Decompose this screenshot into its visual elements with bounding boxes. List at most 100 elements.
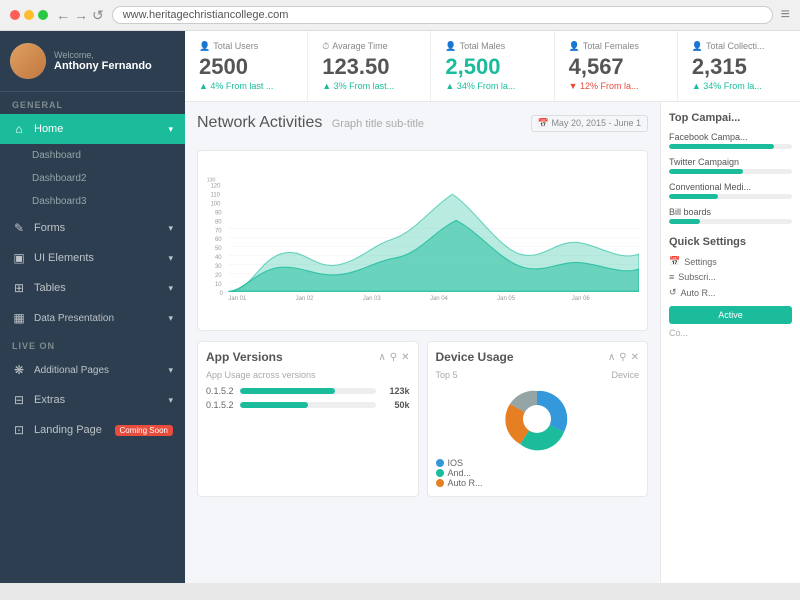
sidebar: Welcome, Anthony Fernando GENERAL ⌂ Home… bbox=[0, 31, 185, 583]
pin-icon[interactable]: ⚲ bbox=[390, 352, 397, 363]
svg-text:Jan 02: Jan 02 bbox=[296, 296, 315, 302]
sidebar-item-label: Home bbox=[34, 123, 63, 135]
version-bar bbox=[240, 388, 376, 394]
stats-bar: 👤Total Users 2500 ▲ 4% From last ... ⏱Av… bbox=[185, 31, 800, 102]
maximize-button[interactable] bbox=[38, 10, 48, 20]
sidebar-item-forms[interactable]: ✎ Forms ▾ bbox=[0, 213, 185, 243]
svg-text:0: 0 bbox=[219, 291, 223, 297]
forward-button[interactable]: → bbox=[74, 7, 88, 24]
sidebar-item-label: Forms bbox=[34, 222, 65, 234]
sidebar-item-extras[interactable]: ⊟ Extras ▾ bbox=[0, 385, 185, 415]
sidebar-item-dashboard2[interactable]: Dashboard2 bbox=[0, 167, 185, 190]
chevron-down-icon: ▾ bbox=[168, 253, 173, 264]
tables-icon: ⊞ bbox=[12, 281, 26, 295]
back-button[interactable]: ← bbox=[56, 7, 70, 24]
version-row: 0.1.5.2 123k bbox=[206, 386, 410, 396]
sidebar-item-landing-page[interactable]: ⊡ Landing Page Coming Soon bbox=[0, 415, 185, 445]
minimize-button[interactable] bbox=[24, 10, 34, 20]
top-5-label: Top 5 bbox=[436, 370, 458, 380]
svg-text:30: 30 bbox=[215, 264, 222, 270]
qs-settings[interactable]: 📅 Settings bbox=[669, 256, 792, 267]
top-campaigns-title: Top Campai... bbox=[669, 112, 792, 124]
app-versions-subtitle: App Usage across versions bbox=[206, 370, 410, 380]
device-usage-title: Device Usage bbox=[436, 350, 514, 364]
network-subtitle: Graph title sub-title bbox=[332, 118, 424, 130]
profile-name: Anthony Fernando bbox=[54, 60, 152, 72]
svg-text:Jan 06: Jan 06 bbox=[572, 296, 591, 302]
android-dot bbox=[436, 469, 444, 477]
sidebar-item-additional-pages[interactable]: ❋ Additional Pages ▾ bbox=[0, 355, 185, 385]
svg-text:Jan 01: Jan 01 bbox=[228, 296, 247, 302]
close-icon[interactable]: ✕ bbox=[631, 352, 639, 363]
app-container: Welcome, Anthony Fernando GENERAL ⌂ Home… bbox=[0, 31, 800, 583]
sort-icon[interactable]: ∧ bbox=[378, 352, 385, 363]
sidebar-item-dashboard[interactable]: Dashboard bbox=[0, 144, 185, 167]
chevron-down-icon: ▾ bbox=[168, 395, 173, 406]
svg-text:110: 110 bbox=[210, 192, 220, 198]
chevron-down-icon: ▾ bbox=[168, 124, 173, 135]
calendar-icon: 📅 bbox=[669, 256, 680, 267]
sidebar-item-data-presentation[interactable]: ▦ Data Presentation ▾ bbox=[0, 303, 185, 333]
svg-text:Jan 03: Jan 03 bbox=[363, 296, 382, 302]
campaign-item-billboards: Bill boards bbox=[669, 207, 792, 224]
home-icon: ⌂ bbox=[12, 122, 26, 136]
refresh-icon: ↺ bbox=[669, 287, 677, 298]
app-versions-title: App Versions bbox=[206, 350, 283, 364]
active-badge: Active bbox=[669, 306, 792, 324]
list-icon: ≡ bbox=[669, 272, 674, 282]
version-row: 0.1.5.2 50k bbox=[206, 400, 410, 410]
sidebar-item-home[interactable]: ⌂ Home ▾ bbox=[0, 114, 185, 144]
chevron-down-icon: ▾ bbox=[168, 223, 173, 234]
sidebar-item-label: Additional Pages bbox=[34, 365, 109, 376]
network-title: Network Activities bbox=[197, 114, 322, 131]
browser-chrome: ← → ↺ www.heritagechristiancollege.com ≡ bbox=[0, 0, 800, 31]
close-button[interactable] bbox=[10, 10, 20, 20]
svg-text:60: 60 bbox=[215, 237, 222, 243]
device-legend-ios: IOS bbox=[436, 458, 640, 468]
welcome-text: Welcome, bbox=[54, 50, 152, 60]
stat-total-females: 👤Total Females 4,567 ▼ 12% From la... bbox=[555, 31, 678, 101]
app-versions-panel: App Versions ∧ ⚲ ✕ App Usage across vers… bbox=[197, 341, 419, 497]
device-usage-panel: Device Usage ∧ ⚲ ✕ Top 5 Device bbox=[427, 341, 649, 497]
forms-icon: ✎ bbox=[12, 221, 26, 235]
svg-text:130: 130 bbox=[207, 178, 216, 184]
address-bar[interactable]: www.heritagechristiancollege.com bbox=[112, 6, 773, 24]
landing-page-icon: ⊡ bbox=[12, 423, 26, 437]
data-presentation-icon: ▦ bbox=[12, 311, 26, 325]
ui-elements-icon: ▣ bbox=[12, 251, 26, 265]
sort-icon[interactable]: ∧ bbox=[608, 352, 615, 363]
campaign-item-conventional: Conventional Medi... bbox=[669, 182, 792, 199]
avatar bbox=[10, 43, 46, 79]
qs-subscri[interactable]: ≡ Subscri... bbox=[669, 272, 792, 282]
chevron-down-icon: ▾ bbox=[168, 283, 173, 294]
additional-pages-icon: ❋ bbox=[12, 363, 26, 377]
svg-text:80: 80 bbox=[215, 219, 222, 225]
svg-text:90: 90 bbox=[215, 210, 222, 216]
network-chart: 0 10 20 30 40 50 60 70 80 90 100 110 120… bbox=[197, 150, 648, 331]
sidebar-item-label: UI Elements bbox=[34, 252, 94, 264]
extras-icon: ⊟ bbox=[12, 393, 26, 407]
pin-icon[interactable]: ⚲ bbox=[619, 352, 626, 363]
nav-buttons: ← → ↺ bbox=[56, 7, 104, 24]
general-label: GENERAL bbox=[0, 92, 185, 114]
refresh-button[interactable]: ↺ bbox=[92, 7, 104, 24]
right-sidebar: Top Campai... Facebook Campa... Twitter … bbox=[660, 102, 800, 583]
version-bar-fill bbox=[240, 388, 335, 394]
svg-text:40: 40 bbox=[215, 255, 222, 261]
campaign-item-facebook: Facebook Campa... bbox=[669, 132, 792, 149]
close-icon[interactable]: ✕ bbox=[401, 352, 409, 363]
sidebar-item-tables[interactable]: ⊞ Tables ▾ bbox=[0, 273, 185, 303]
qs-auto[interactable]: ↺ Auto R... bbox=[669, 287, 792, 298]
sidebar-item-dashboard3[interactable]: Dashboard3 bbox=[0, 190, 185, 213]
svg-text:20: 20 bbox=[215, 273, 222, 279]
sidebar-item-label: Tables bbox=[34, 282, 66, 294]
stat-total-collecti: 👤Total Collecti... 2,315 ▲ 34% From la..… bbox=[678, 31, 800, 101]
device-legend-auto: Auto R... bbox=[436, 478, 640, 488]
campaign-item-twitter: Twitter Campaign bbox=[669, 157, 792, 174]
auto-dot bbox=[436, 479, 444, 487]
browser-menu-button[interactable]: ≡ bbox=[781, 6, 790, 24]
sidebar-item-ui-elements[interactable]: ▣ UI Elements ▾ bbox=[0, 243, 185, 273]
svg-text:10: 10 bbox=[215, 282, 222, 288]
version-value: 123k bbox=[382, 386, 410, 396]
content-area: Network Activities Graph title sub-title… bbox=[185, 102, 800, 583]
